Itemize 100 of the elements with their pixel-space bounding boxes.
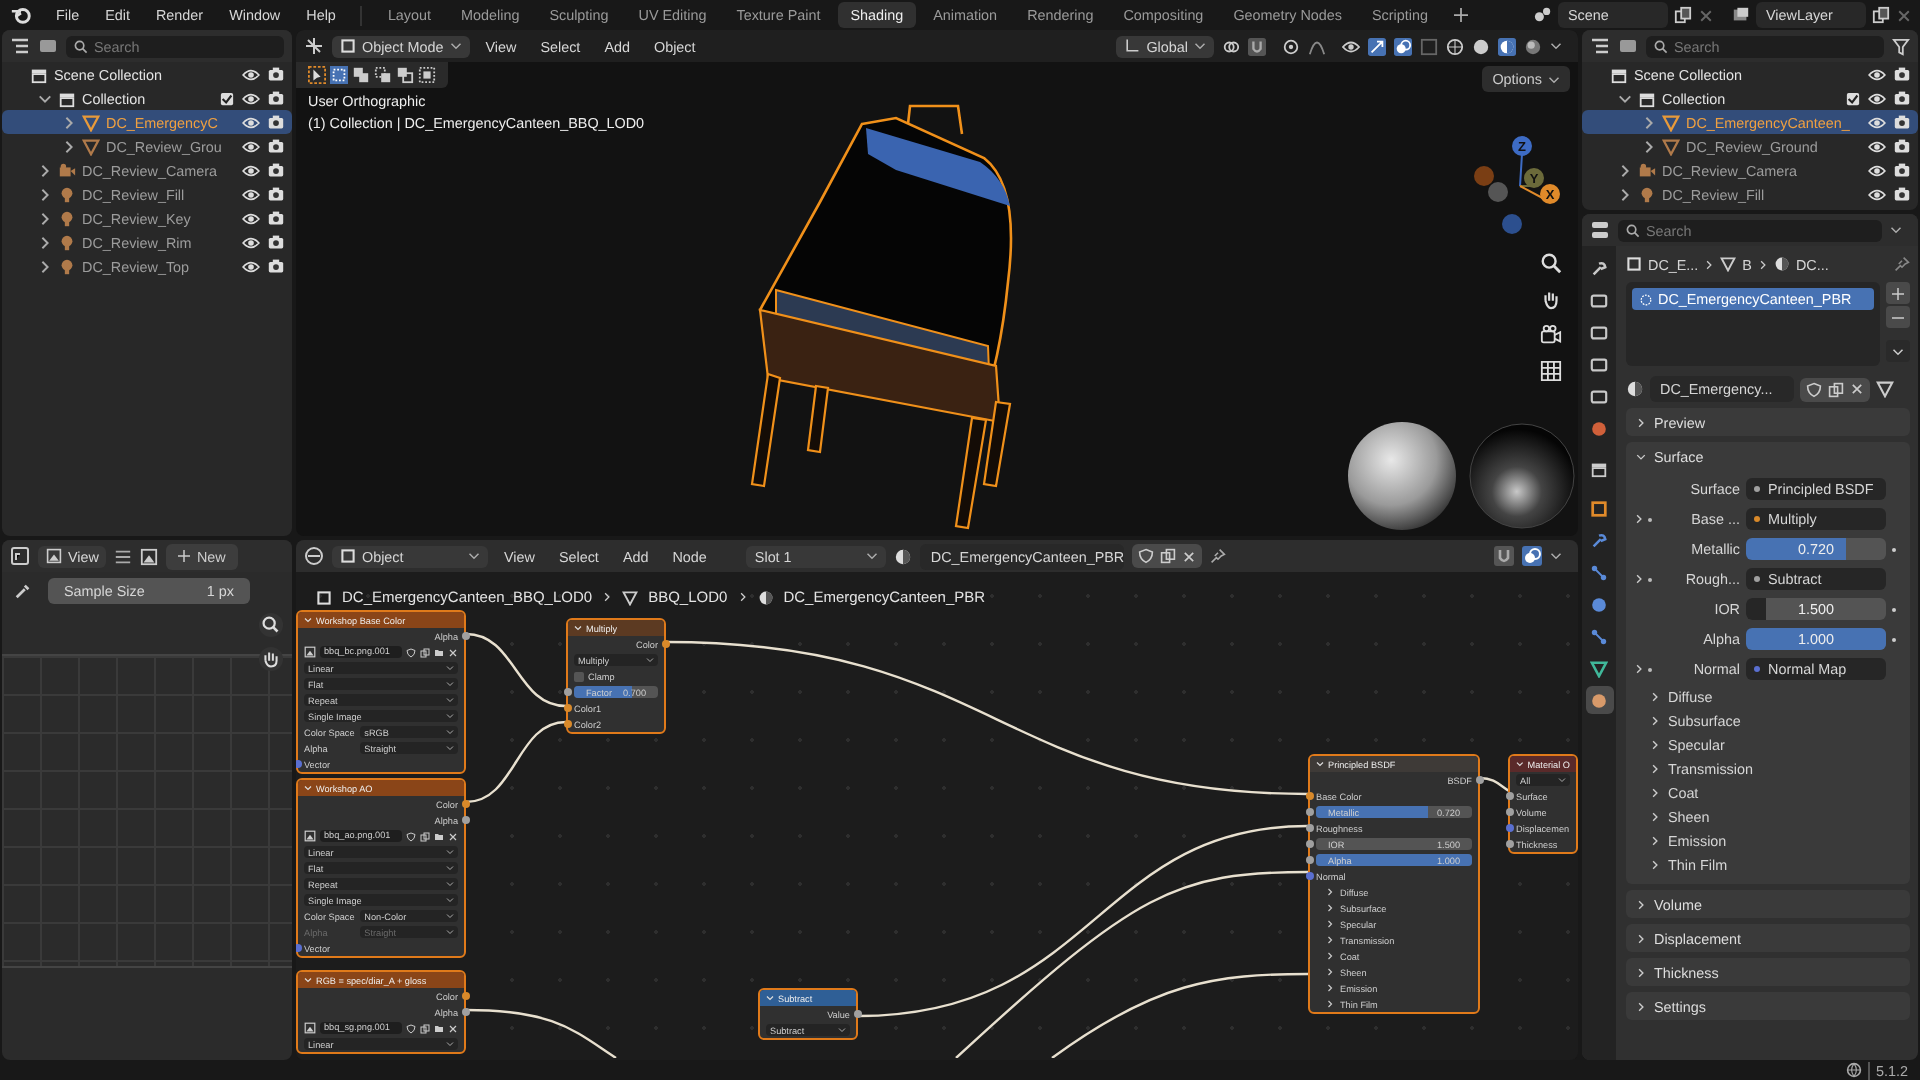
- eye-icon[interactable]: [1868, 67, 1886, 81]
- copy-icon[interactable]: [420, 831, 430, 841]
- pivot-icon[interactable]: [1282, 37, 1300, 55]
- node-socket[interactable]: [661, 640, 669, 648]
- node-socket[interactable]: [1505, 824, 1513, 832]
- node-socket[interactable]: [563, 720, 571, 728]
- editor-type-icon[interactable]: [304, 546, 324, 566]
- filter-icon[interactable]: [1892, 37, 1910, 55]
- hand-icon[interactable]: [258, 646, 284, 672]
- camera-icon[interactable]: [1894, 186, 1910, 202]
- eye-icon[interactable]: [242, 67, 260, 81]
- logo-icon[interactable]: [10, 4, 32, 26]
- camera-icon[interactable]: [268, 90, 284, 106]
- node-socket[interactable]: [1305, 808, 1313, 816]
- node-socket[interactable]: [1305, 824, 1313, 832]
- checkbox[interactable]: [220, 91, 234, 105]
- copy-icon[interactable]: [420, 1023, 430, 1033]
- caret-icon[interactable]: [1550, 40, 1562, 52]
- eye-icon[interactable]: [242, 91, 260, 105]
- eye-icon[interactable]: [1868, 163, 1886, 177]
- zoom-icon[interactable]: [258, 612, 284, 638]
- eye-icon[interactable]: [242, 187, 260, 201]
- layers-icon[interactable]: [1732, 6, 1750, 24]
- checkbox[interactable]: [1846, 91, 1860, 105]
- gizmo-toggle-icon[interactable]: [1368, 37, 1386, 55]
- camera-icon[interactable]: [268, 186, 284, 202]
- folder-icon[interactable]: [434, 647, 444, 657]
- node-socket[interactable]: [1505, 808, 1513, 816]
- chevron-icon[interactable]: [38, 91, 52, 105]
- node-socket[interactable]: [461, 800, 469, 808]
- snap-icon[interactable]: [1494, 546, 1514, 566]
- chevron-icon[interactable]: [1634, 574, 1644, 584]
- eye-icon[interactable]: [1868, 139, 1886, 153]
- plus-icon[interactable]: [1453, 8, 1468, 22]
- select-box-icon[interactable]: [330, 66, 348, 84]
- shield-icon[interactable]: [406, 1023, 416, 1033]
- node-socket[interactable]: [1305, 840, 1313, 848]
- copy-icon[interactable]: [1828, 381, 1844, 397]
- caret-icon[interactable]: [1890, 224, 1902, 236]
- chevron-icon[interactable]: [38, 211, 52, 225]
- node-socket[interactable]: [1475, 776, 1483, 784]
- display-mode-icon[interactable]: [1618, 36, 1638, 56]
- eye-icon[interactable]: [242, 211, 260, 225]
- camera-icon[interactable]: [268, 114, 284, 130]
- cursor-select-icon[interactable]: [308, 66, 326, 84]
- sphere-icon[interactable]: [1626, 380, 1644, 398]
- link-icon[interactable]: [1222, 37, 1240, 55]
- pin-icon[interactable]: [1894, 256, 1910, 272]
- editor-type-icon[interactable]: [10, 36, 30, 56]
- camera-icon[interactable]: [1894, 66, 1910, 82]
- select-subtract-icon[interactable]: [374, 66, 392, 84]
- chevron-icon[interactable]: [62, 115, 76, 129]
- chevron-icon[interactable]: [1618, 187, 1632, 201]
- properties-tab[interactable]: [1585, 686, 1613, 714]
- editor-type-icon[interactable]: [1590, 220, 1610, 240]
- camera-icon[interactable]: [268, 138, 284, 154]
- camera-icon[interactable]: [1894, 90, 1910, 106]
- folder-icon[interactable]: [434, 1023, 444, 1033]
- chevron-icon[interactable]: [38, 259, 52, 273]
- checkbox[interactable]: [574, 671, 584, 681]
- triangle-icon[interactable]: [1876, 380, 1894, 398]
- menu-icon[interactable]: [114, 547, 133, 565]
- camera-icon[interactable]: [268, 210, 284, 226]
- camera-icon[interactable]: [1894, 138, 1910, 154]
- add-slot-button[interactable]: [1886, 282, 1910, 304]
- eye-icon[interactable]: [242, 235, 260, 249]
- camera-icon[interactable]: [1894, 114, 1910, 130]
- overlay-icon[interactable]: [1522, 546, 1542, 566]
- magnet-icon[interactable]: [1248, 37, 1266, 55]
- caret-icon[interactable]: [1550, 550, 1562, 562]
- select-intersect-icon[interactable]: [418, 66, 436, 84]
- camera-icon[interactable]: [268, 258, 284, 274]
- select-extend-icon[interactable]: [352, 66, 370, 84]
- chevron-icon[interactable]: [1618, 163, 1632, 177]
- camera-icon[interactable]: [268, 234, 284, 250]
- node-socket[interactable]: [461, 632, 469, 640]
- chevron-icon[interactable]: [38, 235, 52, 249]
- camera-icon[interactable]: [268, 66, 284, 82]
- sphere-icon[interactable]: [894, 547, 913, 565]
- grid-icon[interactable]: [1540, 360, 1562, 382]
- copy-icon[interactable]: [1674, 6, 1692, 24]
- image-icon[interactable]: [304, 1022, 316, 1034]
- node-socket[interactable]: [1305, 856, 1313, 864]
- eyedropper-icon[interactable]: [14, 582, 32, 600]
- eye-icon[interactable]: [242, 115, 260, 129]
- curve-icon[interactable]: [1308, 37, 1326, 55]
- node-socket[interactable]: [563, 688, 571, 696]
- eye-icon[interactable]: [242, 139, 260, 153]
- editor-type-icon[interactable]: [10, 546, 30, 566]
- node-socket[interactable]: [1505, 792, 1513, 800]
- camera-icon[interactable]: [1540, 324, 1562, 346]
- copy-icon[interactable]: [420, 647, 430, 657]
- node-socket[interactable]: [461, 1008, 469, 1016]
- chevron-icon[interactable]: [38, 163, 52, 177]
- solid-shading-icon[interactable]: [1472, 37, 1490, 55]
- node-socket[interactable]: [461, 992, 469, 1000]
- zoom-icon[interactable]: [1540, 252, 1562, 274]
- copy-icon[interactable]: [1160, 548, 1177, 564]
- display-mode-icon[interactable]: [38, 36, 58, 56]
- eye-icon[interactable]: [1868, 187, 1886, 201]
